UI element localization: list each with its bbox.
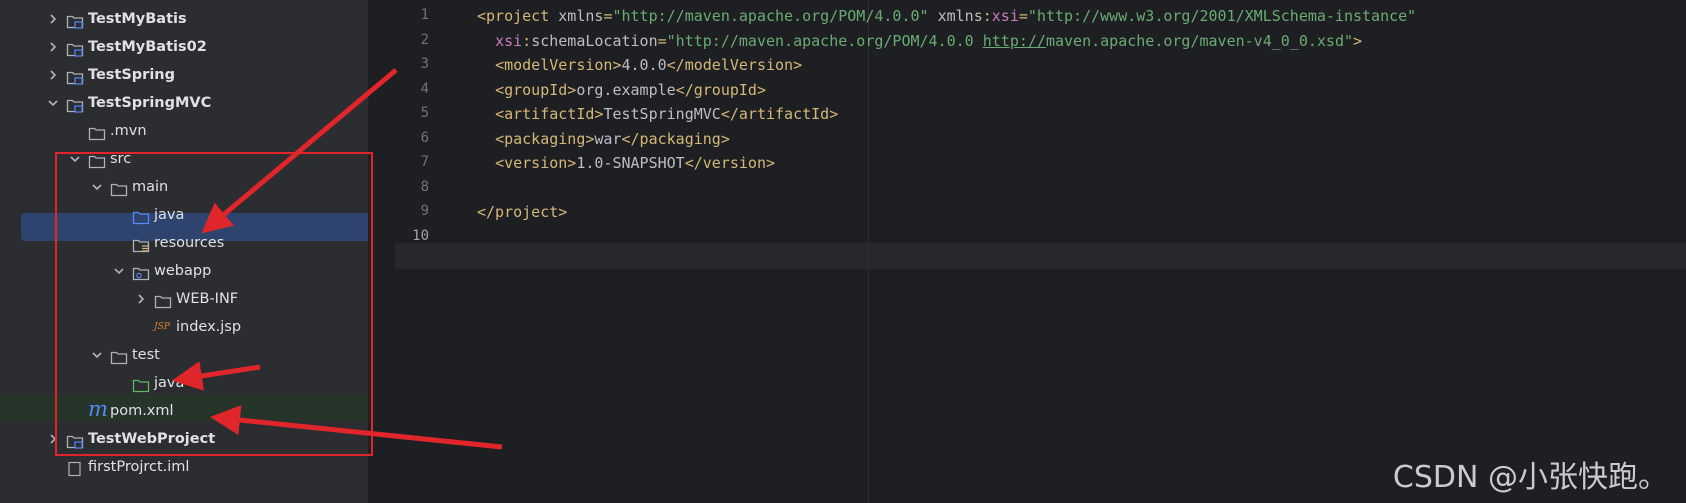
line-number: 5: [420, 105, 429, 121]
chevron-right-icon[interactable]: [46, 33, 60, 64]
code-line[interactable]: xsi:schemaLocation="http://maven.apache.…: [477, 32, 1362, 50]
module-folder-icon: [66, 39, 84, 57]
code-token: </packaging>: [621, 129, 730, 148]
code-token: </version>: [684, 154, 776, 172]
code-token: :: [982, 7, 992, 25]
code-token: xmlns: [558, 7, 604, 25]
folder-icon: [88, 123, 106, 141]
line-number: 1: [420, 7, 429, 23]
tree-item[interactable]: .mvn: [0, 117, 368, 145]
code-token: TestSpringMVC: [603, 105, 721, 123]
tree-item-label: TestMyBatis: [88, 11, 187, 27]
watermark: CSDN @小张快跑。: [1392, 460, 1668, 495]
line-number: 9: [420, 203, 429, 219]
code-line[interactable]: <packaging>war</packaging>: [477, 130, 730, 148]
tree-item-label: .mvn: [110, 123, 147, 139]
code-token: </project>: [477, 203, 568, 221]
code-token: maven.apache.org/maven-v4_0_0.xsd": [1045, 31, 1353, 50]
current-line-highlight: [395, 243, 1686, 269]
line-number-gutter: 1 2 3 4 5 6 7 8 9 10: [395, 0, 475, 503]
code-token: </modelVersion>: [666, 56, 803, 74]
line-number: 10: [412, 227, 429, 244]
code-token: schemaLocation: [531, 31, 658, 50]
code-token: <groupId>: [495, 80, 577, 99]
line-number: 4: [420, 80, 429, 97]
line-number: 3: [420, 56, 429, 72]
line-number: 2: [420, 31, 429, 48]
code-token: <version>: [495, 154, 577, 172]
code-line[interactable]: <groupId>org.example</groupId>: [477, 81, 766, 99]
tree-item-label: firstProjrct.iml: [88, 459, 190, 475]
tree-item-label: TestSpringMVC: [88, 95, 212, 111]
chevron-down-icon[interactable]: [46, 89, 60, 120]
code-token: "http://maven.apache.org/POM/4.0.0": [612, 7, 929, 25]
tree-item[interactable]: TestSpringMVC: [0, 89, 368, 117]
indent-guide: [868, 0, 869, 503]
code-line[interactable]: </project>: [477, 203, 567, 221]
chevron-right-icon[interactable]: [46, 61, 60, 92]
tree-item-label: TestSpring: [88, 67, 176, 83]
code-token: <packaging>: [495, 129, 595, 148]
code-token: xsi: [495, 31, 523, 50]
module-folder-icon: [66, 95, 84, 113]
tree-item[interactable]: TestMyBatis: [0, 5, 368, 33]
code-token: =: [657, 31, 667, 50]
tree-item[interactable]: firstProjrct.iml: [0, 453, 368, 481]
code-token: http://: [982, 31, 1046, 50]
code-token: >: [1353, 31, 1363, 50]
code-token: </artifactId>: [720, 105, 839, 123]
tree-item[interactable]: TestMyBatis02: [0, 33, 368, 61]
tree-item-label: TestMyBatis02: [88, 39, 207, 55]
code-token: xmlns: [928, 7, 983, 25]
line-number: 7: [420, 154, 429, 170]
line-number: 6: [420, 129, 429, 146]
code-token: 4.0.0: [621, 56, 667, 74]
code-token: =: [1018, 7, 1028, 25]
code-token: war: [594, 129, 622, 148]
tree-item[interactable]: TestSpring: [0, 61, 368, 89]
code-token: 1.0-SNAPSHOT: [576, 154, 685, 172]
code-line[interactable]: <modelVersion>4.0.0</modelVersion>: [477, 56, 802, 74]
iml-file-icon: [66, 459, 84, 477]
code-line[interactable]: <version>1.0-SNAPSHOT</version>: [477, 154, 775, 172]
code-token: org.example: [576, 80, 676, 99]
code-line[interactable]: <artifactId>TestSpringMVC</artifactId>: [477, 105, 838, 123]
code-editor[interactable]: 1 2 3 4 5 6 7 8 9 10 <project xmlns="http://maven…: [395, 0, 1686, 503]
module-folder-icon: [66, 67, 84, 85]
code-line[interactable]: <project xmlns = "http://maven.apache.org/…: [477, 7, 1416, 25]
code-token: :: [522, 31, 532, 50]
code-token: </groupId>: [675, 80, 766, 99]
code-token: "http://www.w3.org/2001/XMLSchema-instan…: [1027, 7, 1417, 25]
code-token: xsi: [991, 7, 1019, 25]
code-token: <artifactId>: [495, 105, 604, 123]
module-folder-icon: [66, 11, 84, 29]
line-number: 8: [420, 178, 429, 195]
code-token: <project: [477, 7, 559, 25]
chevron-right-icon[interactable]: [46, 5, 60, 36]
annotation-highlight-box: [55, 152, 373, 456]
code-token: <modelVersion>: [495, 56, 622, 74]
code-token: "http://maven.apache.org/POM/4.0.0: [666, 31, 983, 50]
